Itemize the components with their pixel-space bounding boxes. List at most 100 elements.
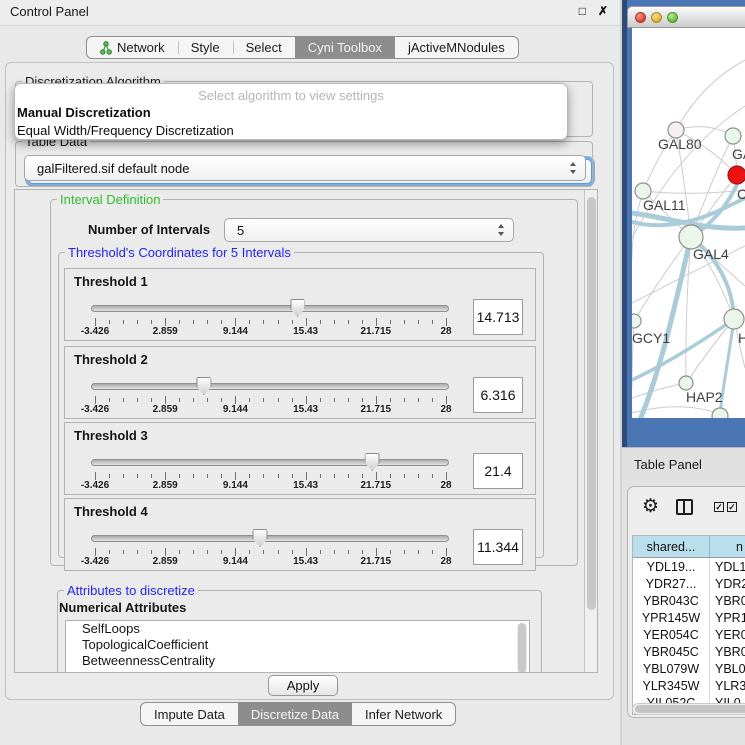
table-row[interactable]: YBR043C YBR0 (633, 592, 745, 609)
threshold-3-slider-track[interactable] (91, 459, 449, 466)
combo-arrows-icon (498, 224, 505, 236)
threshold-2-value-field[interactable]: 6.316 (473, 377, 523, 413)
cell: YLR345W (633, 677, 710, 694)
scale-label: 9.144 (223, 480, 248, 491)
close-icon[interactable]: ✗ (598, 4, 608, 18)
column-header-name[interactable]: n (710, 536, 745, 558)
table-row[interactable]: YBL079W YBL0 (633, 660, 745, 677)
list-item[interactable]: SelfLoops (66, 621, 529, 637)
node-h (724, 309, 744, 329)
checkbox-icon[interactable]: ✓ (727, 502, 737, 512)
threshold-4-value-field[interactable]: 11.344 (473, 529, 523, 565)
tab-style[interactable]: Style (178, 37, 233, 58)
tab-discretize-data[interactable]: Discretize Data (238, 703, 352, 725)
scale-label: -3.426 (81, 404, 109, 415)
scale-label: 2.859 (153, 480, 178, 491)
scale-label: 2.859 (153, 326, 178, 337)
scale-label: 21.715 (361, 326, 392, 337)
close-traffic-light-icon[interactable] (635, 12, 646, 23)
settings-scroll-viewport: Interval Definition Number of Intervals … (14, 189, 598, 673)
control-panel: Control Panel □ ✗ Network Style Select (0, 0, 620, 745)
scale-label: 28 (440, 556, 451, 567)
threshold-4-panel: Threshold 4 -3.426 2.859 9.144 15.43 21.… (64, 498, 536, 571)
list-item[interactable]: TopologicalCoefficient (66, 637, 529, 653)
table-horizontal-scrollbar[interactable] (632, 703, 745, 715)
node-label-gal11: GAL11 (643, 197, 686, 213)
scale-label: 15.43 (293, 404, 318, 415)
scrollbar-thumb[interactable] (587, 197, 596, 610)
table-panel-titlebar: Table Panel (622, 447, 745, 480)
threshold-2-slider-thumb[interactable] (196, 377, 211, 395)
threshold-4-slider-thumb[interactable] (252, 529, 267, 547)
apply-button[interactable]: Apply (268, 675, 338, 696)
dropdown-option-manual[interactable]: Manual Discretization (15, 104, 567, 122)
column-header-shared[interactable]: shared... (633, 536, 710, 558)
threshold-3-slider-thumb[interactable] (365, 453, 380, 471)
tab-infer-network-label: Infer Network (365, 707, 442, 722)
num-intervals-combobox[interactable]: 5 (224, 218, 514, 242)
float-window-icon[interactable]: □ (579, 4, 586, 18)
table-row[interactable]: YER054C YER0 (633, 626, 745, 643)
node-attribute-table[interactable]: shared... n YDL19... YDL1 YDR27... YDR2 … (632, 535, 745, 715)
scale-label: 2.859 (153, 404, 178, 415)
tab-network[interactable]: Network (87, 37, 178, 58)
table-panel: ⚙ ✓ ✓ shared... n YDL19... YDL1 YDR27...… (622, 480, 745, 745)
dropdown-option-equal-width[interactable]: Equal Width/Frequency Discretization (15, 122, 567, 140)
tab-cyni-toolbox[interactable]: Cyni Toolbox (295, 37, 395, 58)
table-row[interactable]: YLR345W YLR3 (633, 677, 745, 694)
scale-label: -3.426 (81, 326, 109, 337)
attributes-list-scrollbar[interactable] (517, 623, 527, 673)
zoom-traffic-light-icon[interactable] (667, 12, 678, 23)
tab-jactivemnodules[interactable]: jActiveMNodules (395, 37, 518, 58)
threshold-1-label: Threshold 1 (74, 274, 148, 289)
control-panel-titlebar: Control Panel □ ✗ (0, 0, 620, 26)
node-bottom (712, 408, 728, 418)
list-item[interactable]: BetweennessCentrality (66, 653, 529, 669)
scale-label: 9.144 (223, 404, 248, 415)
numerical-attributes-list[interactable]: SelfLoops TopologicalCoefficient Between… (65, 620, 530, 673)
tab-select[interactable]: Select (233, 37, 295, 58)
threshold-2-slider-track[interactable] (91, 383, 449, 390)
table-row[interactable]: YDR27... YDR2 (633, 575, 745, 592)
threshold-2-panel: Threshold 2 -3.426 2.859 9.144 15.43 21.… (64, 346, 536, 419)
threshold-1-value-field[interactable]: 14.713 (473, 299, 523, 335)
network-canvas[interactable]: GAL80 GA C GAL11 GAL4 GCY1 H HAP2 (632, 28, 745, 418)
gear-icon[interactable]: ⚙ (642, 497, 659, 516)
threshold-4-scale: -3.426 2.859 9.144 15.43 21.715 28 (95, 556, 446, 568)
node-label-gal80: GAL80 (658, 136, 702, 152)
node-hap2 (679, 376, 693, 390)
cell: YBR0 (710, 643, 745, 660)
table-data-value: galFiltered.sif default node (37, 161, 189, 176)
table-row[interactable]: YBR045C YBR0 (633, 643, 745, 660)
screenshot-root: Control Panel □ ✗ Network Style Select (0, 0, 745, 745)
network-icon (100, 41, 112, 55)
tab-infer-network[interactable]: Infer Network (352, 703, 455, 725)
attributes-group-title: Attributes to discretize (64, 583, 198, 598)
scale-label: -3.426 (81, 556, 109, 567)
network-view-window: GAL80 GA C GAL11 GAL4 GCY1 H HAP2 (622, 0, 745, 447)
table-row[interactable]: YDL19... YDL1 (633, 558, 745, 575)
minimize-traffic-light-icon[interactable] (651, 12, 662, 23)
column-layout-icon[interactable] (676, 499, 693, 515)
bottom-tab-bar: Impute Data Discretize Data Infer Networ… (140, 702, 456, 726)
threshold-3-value-field[interactable]: 21.4 (473, 453, 523, 489)
settings-vertical-scrollbar[interactable] (584, 190, 598, 672)
threshold-1-slider-thumb[interactable] (290, 299, 305, 317)
table-panel-title: Table Panel (634, 457, 702, 472)
cell: YER054C (633, 626, 710, 643)
threshold-4-slider-track[interactable] (91, 535, 449, 542)
num-intervals-label: Number of Intervals (88, 222, 210, 237)
table-row[interactable]: YPR145W YPR1 (633, 609, 745, 626)
tab-impute-data[interactable]: Impute Data (141, 703, 238, 725)
threshold-1-slider-track[interactable] (91, 305, 449, 312)
cell: YBR043C (633, 592, 710, 609)
table-data-combobox[interactable]: galFiltered.sif default node (24, 155, 586, 181)
scrollbar-thumb[interactable] (635, 705, 745, 713)
threshold-3-scale: -3.426 2.859 9.144 15.43 21.715 28 (95, 480, 446, 492)
cell: YPR1 (710, 609, 745, 626)
scale-label: 15.43 (293, 326, 318, 337)
checkbox-icon[interactable]: ✓ (714, 502, 724, 512)
cell: YLR3 (710, 677, 745, 694)
tab-network-label: Network (117, 40, 165, 55)
tab-discretize-data-label: Discretize Data (251, 707, 339, 722)
